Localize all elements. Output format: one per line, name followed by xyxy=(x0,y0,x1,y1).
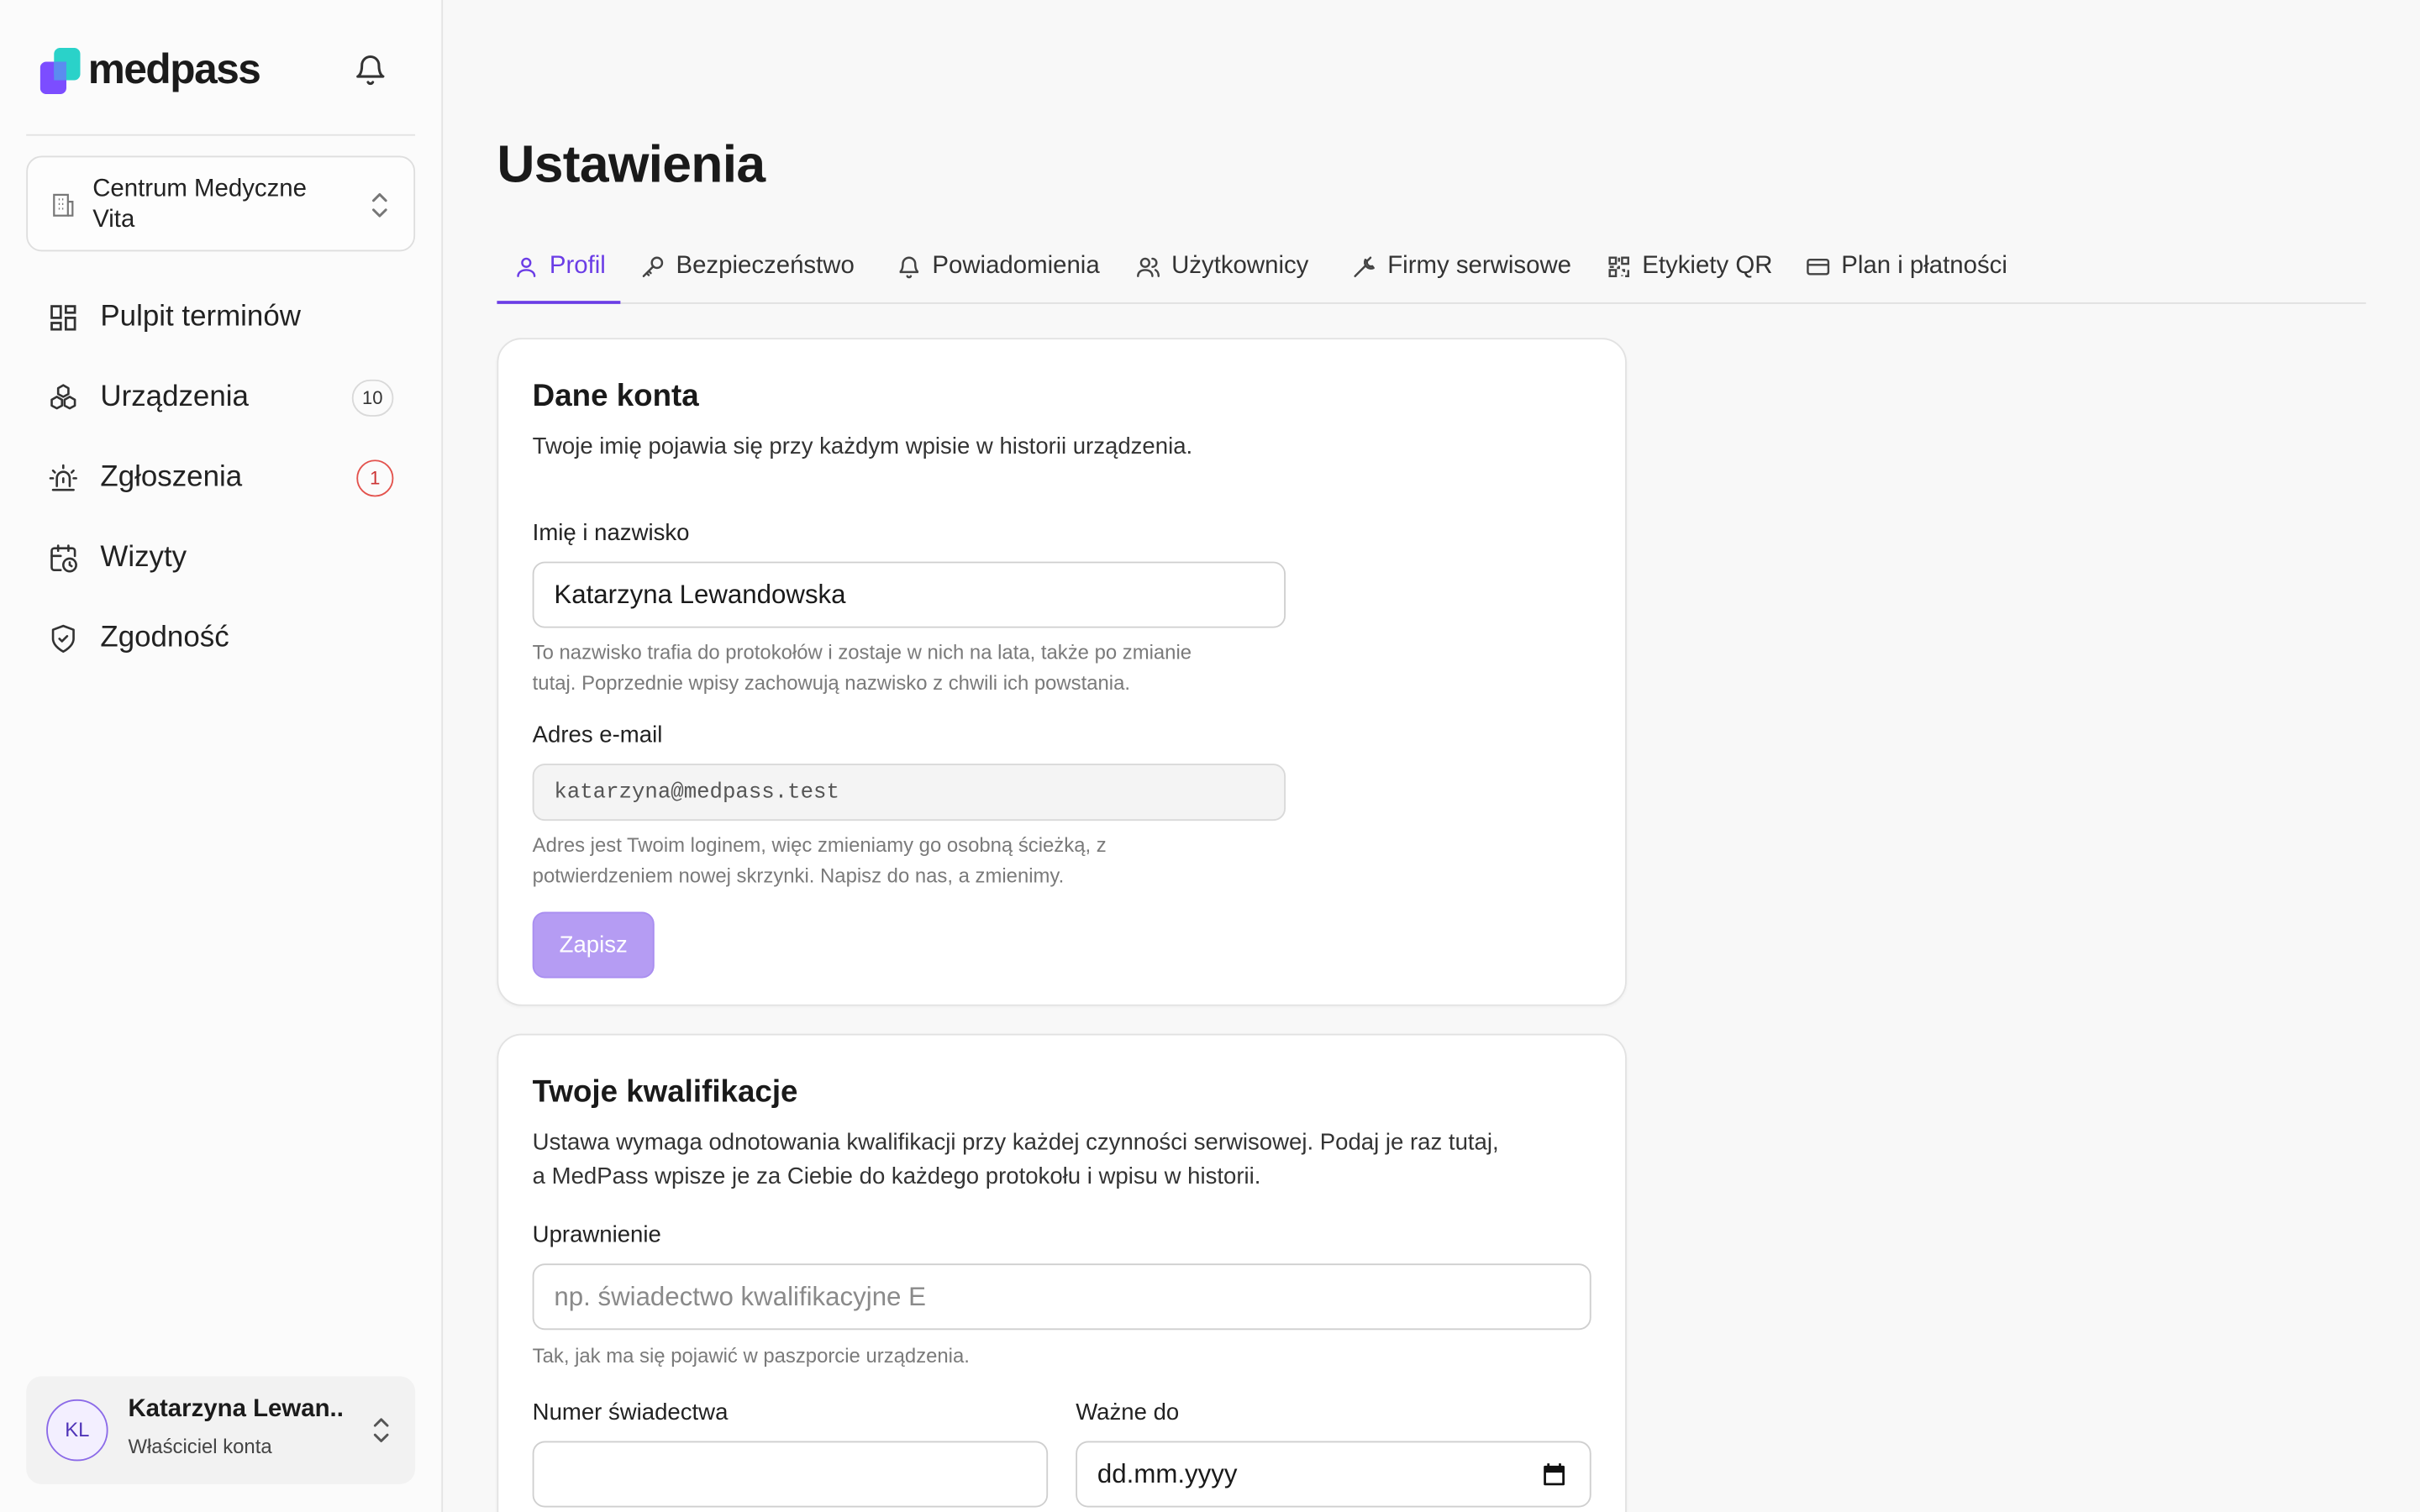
sidebar-nav: Pulpit terminów Urządzenia 10 Zgłoszenia… xyxy=(26,278,415,680)
sidebar-item-label: Urządzenia xyxy=(100,381,249,414)
name-hint-line: tutaj. Poprzednie wpisy zachowują nazwis… xyxy=(532,670,1131,695)
email-field: katarzyna@medpass.test xyxy=(532,764,1286,822)
wrench-icon xyxy=(1354,256,1375,277)
card-title: Twoje kwalifikacje xyxy=(532,1075,798,1110)
permission-label: Uprawnienie xyxy=(532,1221,661,1248)
dashboard-icon xyxy=(50,305,76,331)
card-description-line: Ustawa wymaga odnotowania kwalifikacji p… xyxy=(532,1129,1499,1156)
sidebar-item-label: Zgłoszenia xyxy=(100,461,243,494)
name-hint: To nazwisko trafia do protokołów i zosta… xyxy=(533,638,1274,699)
sidebar-item-label: Wizyty xyxy=(100,541,187,575)
chevron-up-down-icon xyxy=(372,192,387,218)
tab-label: Powiadomienia xyxy=(932,253,1100,280)
permission-input[interactable]: np. świadectwo kwalifikacyjne E xyxy=(532,1263,1591,1331)
tab-etykiety-qr[interactable]: Etykiety QR xyxy=(1607,232,1772,302)
tab-label: Użytkownicy xyxy=(1171,253,1309,280)
card-description: Twoje imię pojawia się przy każdym wpisi… xyxy=(532,433,1193,460)
valid-until-date-input[interactable]: dd.mm.yyyy xyxy=(1076,1441,1591,1508)
building-icon xyxy=(53,193,74,217)
key-icon xyxy=(642,256,664,277)
settings-tabs: Profil Bezpieczeństwo Powiadomienia Użyt… xyxy=(497,232,2366,304)
sidebar-item-wizyty[interactable]: Wizyty xyxy=(26,518,415,599)
organization-name: Centrum Medyczne Vita xyxy=(92,176,307,234)
calendar-clock-icon xyxy=(50,544,77,573)
chevron-up-down-icon xyxy=(373,1418,389,1442)
alarm-icon xyxy=(49,464,77,491)
card-title: Dane konta xyxy=(532,379,699,414)
tab-label: Plan i płatności xyxy=(1841,253,2007,280)
page-title: Ustawienia xyxy=(497,135,765,195)
valid-until-label: Ważne do xyxy=(1076,1399,1180,1426)
certificate-number-label: Numer świadectwa xyxy=(532,1399,729,1426)
email-hint-line: potwierdzeniem nowej skrzynki. Napisz do… xyxy=(532,864,1065,888)
sidebar-divider xyxy=(26,134,416,136)
save-button[interactable]: Zapisz xyxy=(532,911,655,979)
permission-placeholder: np. świadectwo kwalifikacyjne E xyxy=(554,1281,926,1311)
sidebar-item-pulpit[interactable]: Pulpit terminów xyxy=(26,278,415,359)
email-hint: Adres jest Twoim loginem, więc zmieniamy… xyxy=(533,830,1274,891)
tab-label: Bezpieczeństwo xyxy=(676,253,855,280)
tab-profil[interactable]: Profil xyxy=(497,232,621,304)
sidebar-item-label: Pulpit terminów xyxy=(100,301,301,333)
device-count-badge: 10 xyxy=(351,379,394,417)
sidebar-item-zgodnosc[interactable]: Zgodność xyxy=(26,599,415,680)
account-card: Dane konta Twoje imię pojawia się przy k… xyxy=(497,338,1627,1006)
sidebar-item-label: Zgodność xyxy=(100,622,229,654)
calendar-icon[interactable] xyxy=(1540,1461,1568,1488)
logo-mark-icon xyxy=(39,47,81,94)
bell-icon xyxy=(899,256,919,279)
name-input-value: Katarzyna Lewandowska xyxy=(554,579,846,609)
email-hint-line: Adres jest Twoim loginem, więc zmieniamy… xyxy=(532,832,1107,857)
save-button-label: Zapisz xyxy=(559,932,628,958)
tab-powiadomienia[interactable]: Powiadomienia xyxy=(897,232,1100,302)
user-icon xyxy=(517,257,536,277)
name-label: Imię i nazwisko xyxy=(532,519,690,547)
user-name: Katarzyna Lewan... xyxy=(128,1396,345,1423)
name-hint-line: To nazwisko trafia do protokołów i zosta… xyxy=(532,640,1192,664)
email-label: Adres e-mail xyxy=(532,722,663,748)
card-icon xyxy=(1807,258,1830,276)
name-input[interactable]: Katarzyna Lewandowska xyxy=(532,561,1286,628)
devices-icon xyxy=(50,384,76,410)
tab-label: Firmy serwisowe xyxy=(1387,253,1572,280)
permission-hint: Tak, jak ma się pojawić w paszporcie urz… xyxy=(532,1343,970,1368)
valid-until-placeholder: dd.mm.yyyy xyxy=(1097,1458,1238,1488)
qualifications-card: Twoje kwalifikacje Ustawa wymaga odnotow… xyxy=(497,1033,1627,1512)
card-description-line: a MedPass wpisze je za Ciebie do każdego… xyxy=(532,1163,1261,1190)
tab-firmy-serwisowe[interactable]: Firmy serwisowe xyxy=(1352,232,1571,302)
organization-switcher[interactable]: Centrum Medyczne Vita xyxy=(26,155,416,252)
tab-bezpieczenstwo[interactable]: Bezpieczeństwo xyxy=(640,232,855,302)
user-menu[interactable]: KL Katarzyna Lewan... Właściciel konta xyxy=(26,1376,416,1484)
shield-check-icon xyxy=(51,624,75,654)
notifications-bell-icon[interactable] xyxy=(354,52,387,86)
sidebar: medpass Centrum Medyczne Vita Pulpit ter… xyxy=(0,0,444,1512)
sidebar-item-urzadzenia[interactable]: Urządzenia 10 xyxy=(26,358,415,438)
logo-text: medpass xyxy=(87,46,261,93)
tab-uzytkownicy[interactable]: Użytkownicy xyxy=(1136,232,1309,302)
users-icon xyxy=(1137,257,1160,277)
card-description: Ustawa wymaga odnotowania kwalifikacji p… xyxy=(533,1126,1597,1194)
qr-icon xyxy=(1608,256,1629,277)
email-field-value: katarzyna@medpass.test xyxy=(554,780,839,805)
tab-plan-platnosci[interactable]: Plan i płatności xyxy=(1806,232,2007,302)
tab-label: Etykiety QR xyxy=(1642,253,1773,280)
sidebar-item-zgloszenia[interactable]: Zgłoszenia 1 xyxy=(26,438,415,519)
tab-label: Profil xyxy=(549,253,606,280)
medpass-logo[interactable]: medpass xyxy=(39,46,261,94)
avatar: KL xyxy=(46,1399,108,1462)
user-role: Właściciel konta xyxy=(128,1435,272,1458)
certificate-number-input[interactable] xyxy=(532,1441,1049,1508)
alert-count-badge: 1 xyxy=(356,459,394,497)
